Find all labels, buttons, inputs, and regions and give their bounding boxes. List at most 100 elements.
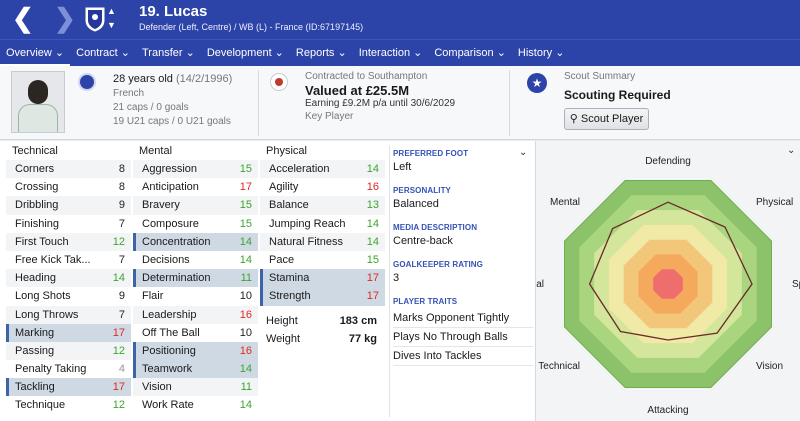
goalkeeper-rating-value: 3 bbox=[393, 272, 400, 284]
forward-arrow-icon[interactable]: ❯ bbox=[54, 5, 76, 31]
scout-player-button[interactable]: ⚲ Scout Player bbox=[564, 108, 649, 130]
attribute-value: 14 bbox=[239, 363, 252, 376]
mental-attribute-row[interactable]: Positioning 16 bbox=[133, 341, 258, 361]
attribute-radar-panel: ⌄ Defending Physical Speed Vision Attacking T… bbox=[518, 141, 800, 421]
tab-transfer[interactable]: Transfer ⌄ bbox=[136, 40, 201, 67]
attribute-name: Aggression bbox=[142, 163, 198, 175]
mental-attribute-row[interactable]: Teamwork 14 bbox=[133, 360, 258, 379]
mental-attribute-row[interactable]: Composure 15 bbox=[133, 215, 258, 233]
attributes-panel: Technical Corners 8 Crossing 8 Dribbling 9 Fin… bbox=[0, 141, 535, 421]
back-arrow-icon[interactable]: ❮ bbox=[12, 5, 34, 31]
attribute-value: 11 bbox=[240, 272, 252, 285]
technical-attribute-row[interactable]: Long Shots 9 bbox=[6, 287, 131, 305]
mental-attribute-row[interactable]: Bravery 15 bbox=[133, 196, 258, 215]
tab-overview[interactable]: Overview ⌄ bbox=[0, 40, 71, 67]
player-caps: 21 caps / 0 goals bbox=[113, 102, 189, 113]
height-value: 183 cm bbox=[339, 314, 377, 327]
technical-attribute-row[interactable]: Corners 8 bbox=[6, 160, 131, 179]
attribute-name: Free Kick Tak... bbox=[15, 253, 91, 266]
attribute-name: Pace bbox=[269, 253, 295, 266]
player-dob: (14/2/1996) bbox=[176, 73, 233, 85]
mental-column: Mental Aggression 15 Anticipation 17 Bravery… bbox=[133, 141, 258, 415]
attribute-value: 12 bbox=[112, 235, 125, 248]
attribute-name: Leadership bbox=[142, 308, 197, 321]
technical-attribute-row[interactable]: Crossing 8 bbox=[6, 178, 131, 196]
mental-attribute-row[interactable]: Work Rate 14 bbox=[133, 396, 258, 414]
player-trait-item: Marks Opponent Tightly bbox=[393, 309, 533, 328]
attribute-value: 17 bbox=[366, 290, 379, 303]
attribute-value: 7 bbox=[118, 253, 125, 266]
physical-attribute-row[interactable]: Jumping Reach 14 bbox=[260, 215, 385, 233]
mental-attribute-row[interactable]: Off The Ball 10 bbox=[133, 324, 258, 342]
attribute-value: 15 bbox=[366, 253, 379, 266]
technical-attribute-row[interactable]: Dribbling 9 bbox=[6, 196, 131, 215]
physical-attribute-row[interactable]: Pace 15 bbox=[260, 251, 385, 269]
club-badge-icon[interactable] bbox=[270, 73, 288, 91]
technical-attribute-row[interactable]: Tackling 17 bbox=[6, 378, 131, 397]
mental-attribute-row[interactable]: Vision 11 bbox=[133, 378, 258, 397]
tab-history[interactable]: History ⌄ bbox=[512, 40, 571, 67]
technical-attribute-row[interactable]: Finishing 7 bbox=[6, 215, 131, 233]
player-age: 28 years old bbox=[113, 73, 173, 85]
tab-comparison[interactable]: Comparison ⌄ bbox=[428, 40, 512, 67]
physical-attribute-row[interactable]: Agility 16 bbox=[260, 178, 385, 196]
mental-attribute-row[interactable]: Concentration 14 bbox=[133, 232, 258, 251]
attribute-value: 14 bbox=[366, 235, 379, 248]
attribute-name: Flair bbox=[142, 290, 164, 303]
technical-attribute-row[interactable]: Heading 14 bbox=[6, 269, 131, 288]
mental-attribute-row[interactable]: Flair 10 bbox=[133, 287, 258, 305]
attribute-name: Finishing bbox=[15, 217, 60, 230]
tab-reports[interactable]: Reports ⌄ bbox=[290, 40, 353, 67]
mental-attribute-row[interactable]: Decisions 14 bbox=[133, 251, 258, 269]
attribute-value: 13 bbox=[366, 199, 379, 212]
player-switch-arrows-icon[interactable]: ▲ ▼ bbox=[107, 4, 116, 32]
technical-attribute-row[interactable]: First Touch 12 bbox=[6, 232, 131, 251]
technical-attribute-row[interactable]: Passing 12 bbox=[6, 341, 131, 361]
national-team-badge-icon[interactable] bbox=[78, 73, 96, 91]
attribute-name: Decisions bbox=[142, 253, 190, 266]
player-nationality: French bbox=[113, 88, 145, 99]
attribute-value: 15 bbox=[239, 163, 252, 175]
attribute-value: 4 bbox=[118, 363, 125, 376]
tab-development[interactable]: Development ⌄ bbox=[201, 40, 290, 67]
mental-attribute-row[interactable]: Determination 11 bbox=[133, 269, 258, 288]
attribute-value: 15 bbox=[239, 199, 252, 212]
attribute-name: Natural Fitness bbox=[269, 235, 343, 248]
attribute-value: 9 bbox=[118, 199, 125, 212]
attribute-value: 16 bbox=[239, 344, 252, 357]
attribute-value: 17 bbox=[366, 272, 379, 285]
contract-club: Contracted to Southampton bbox=[305, 71, 428, 82]
mental-attribute-row[interactable]: Anticipation 17 bbox=[133, 178, 258, 196]
chevron-down-icon[interactable]: ⌄ bbox=[787, 145, 795, 156]
technical-attribute-row[interactable]: Marking 17 bbox=[6, 323, 131, 342]
radar-axis-label: Mental bbox=[550, 197, 580, 208]
attribute-name: Off The Ball bbox=[142, 326, 200, 339]
technical-attribute-row[interactable]: Long Throws 7 bbox=[6, 305, 131, 324]
physical-heading: Physical bbox=[266, 145, 307, 157]
player-photo bbox=[11, 71, 65, 133]
attribute-name: Heading bbox=[15, 272, 56, 285]
attribute-value: 14 bbox=[239, 235, 252, 248]
tab-interaction[interactable]: Interaction ⌄ bbox=[353, 40, 429, 67]
technical-attribute-row[interactable]: Free Kick Tak... 7 bbox=[6, 251, 131, 269]
attribute-name: Balance bbox=[269, 199, 309, 212]
attribute-name: Marking bbox=[15, 326, 55, 339]
radar-axis-label: Aerial bbox=[536, 279, 544, 290]
technical-attribute-row[interactable]: Technique 12 bbox=[6, 396, 131, 414]
squad-status: Key Player bbox=[305, 111, 354, 122]
mental-attribute-row[interactable]: Aggression 15 bbox=[133, 160, 258, 179]
tab-contract[interactable]: Contract ⌄ bbox=[70, 40, 136, 67]
mental-attribute-row[interactable]: Leadership 16 bbox=[133, 305, 258, 324]
attribute-value: 7 bbox=[118, 308, 125, 321]
physical-attribute-row[interactable]: Natural Fitness 14 bbox=[260, 232, 385, 251]
title-bar: ❮ ❯ ▲ ▼ 19. Lucas Defender (Left, Centre)… bbox=[0, 0, 800, 39]
physical-attribute-row[interactable]: Balance 13 bbox=[260, 196, 385, 215]
chevron-down-icon[interactable]: ⌄ bbox=[519, 147, 527, 158]
attribute-name: Bravery bbox=[142, 199, 180, 212]
physical-attribute-row[interactable]: Stamina 17 bbox=[260, 269, 385, 288]
physical-attribute-row[interactable]: Acceleration 14 bbox=[260, 160, 385, 179]
technical-attribute-row[interactable]: Penalty Taking 4 bbox=[6, 360, 131, 378]
physical-attribute-row[interactable]: Strength 17 bbox=[260, 287, 385, 306]
attribute-value: 14 bbox=[239, 399, 252, 412]
technical-heading: Technical bbox=[12, 145, 58, 157]
